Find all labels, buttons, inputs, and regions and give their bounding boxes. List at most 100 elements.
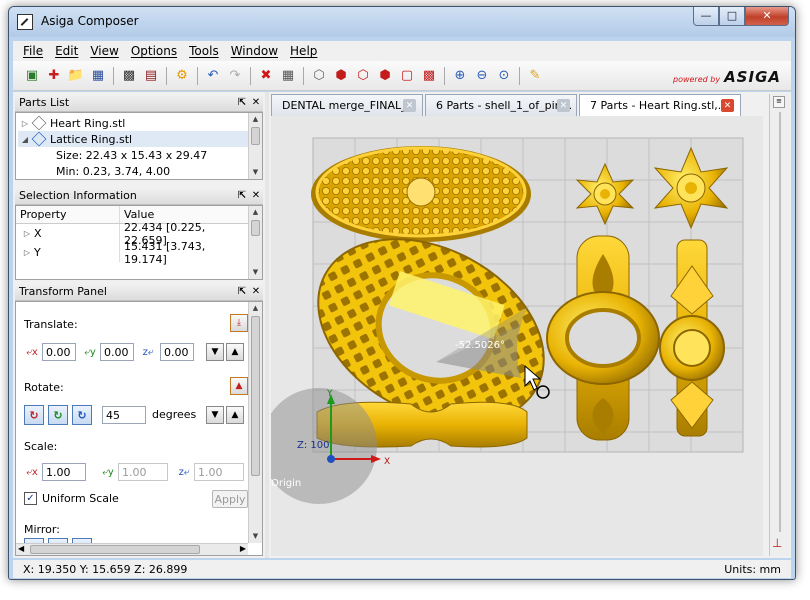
apply-button[interactable]: Apply <box>212 490 248 508</box>
rotate-z-button[interactable]: ↻ <box>72 405 92 425</box>
slider-top-handle[interactable]: ≡ <box>773 96 785 108</box>
view-right-icon[interactable]: ▢ <box>398 67 416 85</box>
part-item-lattice-ring[interactable]: ◢ Lattice Ring.stl <box>18 131 248 147</box>
expand-icon[interactable]: ▷ <box>18 119 32 128</box>
close-icon[interactable]: ✕ <box>249 97 263 108</box>
table-row[interactable]: ▷ Y 15.431 [3.743, 19.174] <box>16 240 248 266</box>
view-iso-icon[interactable]: ⬡ <box>310 67 328 85</box>
view-back-icon[interactable]: ⬡ <box>354 67 372 85</box>
support-icon[interactable]: ▤ <box>142 67 160 85</box>
redo-icon[interactable]: ↷ <box>226 67 244 85</box>
translate-x-input[interactable] <box>42 343 76 361</box>
scroll-thumb[interactable] <box>251 220 260 236</box>
menu-window[interactable]: Window <box>225 44 284 58</box>
collapse-icon[interactable]: ◢ <box>18 135 32 144</box>
close-icon[interactable]: ✕ <box>403 99 416 112</box>
menu-help[interactable]: Help <box>284 44 323 58</box>
axis-y-label: Y <box>326 389 333 399</box>
zoom-in-icon[interactable]: ⊕ <box>451 67 469 85</box>
expand-icon[interactable]: ▷ <box>20 248 34 257</box>
scale-y-input[interactable] <box>118 463 168 481</box>
menu-options[interactable]: Options <box>125 44 183 58</box>
transform-hscrollbar[interactable]: ◀ ▶ <box>16 543 248 555</box>
3d-viewport[interactable]: -52.5026° Y X Z: 100 Origin <box>271 116 763 556</box>
rotate-down-button[interactable]: ▼ <box>206 406 224 424</box>
translate-down-button[interactable]: ▼ <box>206 343 224 361</box>
part-item-heart-ring[interactable]: ▷ Heart Ring.stl <box>18 115 248 131</box>
undo-icon[interactable]: ↶ <box>204 67 222 85</box>
tab-7-parts[interactable]: 7 Parts - Heart Ring.stl,... ✕ <box>579 94 741 116</box>
scale-z-input[interactable] <box>194 463 244 481</box>
float-icon[interactable]: ⇱ <box>235 190 249 201</box>
float-icon[interactable]: ⇱ <box>235 97 249 108</box>
close-icon[interactable]: ✕ <box>249 190 263 201</box>
rotate-up-button[interactable]: ▲ <box>226 406 244 424</box>
zoom-out-icon[interactable]: ⊖ <box>473 67 491 85</box>
viewport-zoom-slider[interactable]: ≡ ⊥ <box>769 94 789 556</box>
scroll-right-icon[interactable]: ▶ <box>240 544 246 553</box>
scroll-up-icon[interactable]: ▲ <box>249 206 262 219</box>
float-icon[interactable]: ⇱ <box>235 286 249 297</box>
part-size: Size: 22.43 x 15.43 x 29.47 <box>56 148 208 162</box>
scroll-down-icon[interactable]: ▼ <box>249 266 262 279</box>
gear-icon[interactable]: ⚙ <box>173 67 191 85</box>
layout-icon[interactable]: ▩ <box>120 67 138 85</box>
scroll-thumb[interactable] <box>30 545 200 554</box>
minimize-button[interactable]: — <box>693 7 719 26</box>
tab-dental-merge[interactable]: DENTAL merge_FINAL_... ✕ <box>271 94 423 116</box>
lay-flat-button[interactable]: ▲ <box>230 377 248 395</box>
drop-to-plate-button[interactable]: ⤓ <box>230 314 248 332</box>
selection-info-header: Selection Information ⇱ ✕ <box>15 187 263 205</box>
tab-6-parts[interactable]: 6 Parts - shell_1_of_pin... ✕ <box>425 94 577 116</box>
slider-bottom-handle[interactable]: ⊥ <box>772 536 782 550</box>
scroll-up-icon[interactable]: ▲ <box>249 113 262 126</box>
save-icon[interactable]: ▦ <box>89 67 107 85</box>
scroll-thumb[interactable] <box>251 316 260 476</box>
scroll-down-icon[interactable]: ▼ <box>249 530 262 543</box>
close-icon[interactable]: ✕ <box>249 286 263 297</box>
view-left-icon[interactable]: ⬢ <box>376 67 394 85</box>
transform-scrollbar[interactable]: ▲ ▼ <box>248 302 262 543</box>
scroll-down-icon[interactable]: ▼ <box>249 166 262 179</box>
menu-file[interactable]: File <box>17 44 49 58</box>
rotation-angle-label: -52.5026° <box>455 340 505 351</box>
parts-list-scrollbar[interactable]: ▲ ▼ <box>248 113 262 179</box>
part-name: Lattice Ring.stl <box>50 132 133 146</box>
uniform-scale-checkbox[interactable]: ✓ <box>24 492 37 505</box>
window-title: Asiga Composer <box>41 14 139 28</box>
selection-info-scrollbar[interactable]: ▲ ▼ <box>248 206 262 279</box>
add-support-icon[interactable]: ✚ <box>45 67 63 85</box>
scroll-thumb[interactable] <box>251 127 260 145</box>
scroll-up-icon[interactable]: ▲ <box>249 302 262 315</box>
view-front-icon[interactable]: ⬢ <box>332 67 350 85</box>
rotate-y-button[interactable]: ↻ <box>48 405 68 425</box>
zoom-fit-icon[interactable]: ⊙ <box>495 67 513 85</box>
dock-splitter[interactable] <box>265 92 269 558</box>
open-folder-icon[interactable]: 📁 <box>67 67 85 85</box>
app-window: Asiga Composer — □ ✕ File Edit View Opti… <box>8 6 796 580</box>
import-icon[interactable]: ▣ <box>23 67 41 85</box>
rotate-x-button[interactable]: ↻ <box>24 405 44 425</box>
translate-z-input[interactable] <box>160 343 194 361</box>
property-name: Y <box>34 246 41 259</box>
measure-icon[interactable]: ✎ <box>526 67 544 85</box>
scale-y-icon: ⤶y <box>102 466 114 478</box>
view-top-icon[interactable]: ▩ <box>420 67 438 85</box>
scroll-left-icon[interactable]: ◀ <box>18 544 24 553</box>
close-icon[interactable]: ✕ <box>557 99 570 112</box>
translate-y-input[interactable] <box>100 343 134 361</box>
menu-edit[interactable]: Edit <box>49 44 84 58</box>
scale-x-input[interactable] <box>42 463 86 481</box>
part-name: Heart Ring.stl <box>50 116 126 130</box>
maximize-button[interactable]: □ <box>719 7 745 26</box>
rotate-angle-input[interactable] <box>102 406 146 424</box>
close-icon[interactable]: ✕ <box>721 99 734 112</box>
column-property: Property <box>16 206 120 223</box>
menu-tools[interactable]: Tools <box>183 44 225 58</box>
translate-up-button[interactable]: ▲ <box>226 343 244 361</box>
delete-icon[interactable]: ✖ <box>257 67 275 85</box>
expand-icon[interactable]: ▷ <box>20 229 34 238</box>
close-button[interactable]: ✕ <box>745 7 789 26</box>
select-icon[interactable]: ▦ <box>279 67 297 85</box>
menu-view[interactable]: View <box>84 44 124 58</box>
